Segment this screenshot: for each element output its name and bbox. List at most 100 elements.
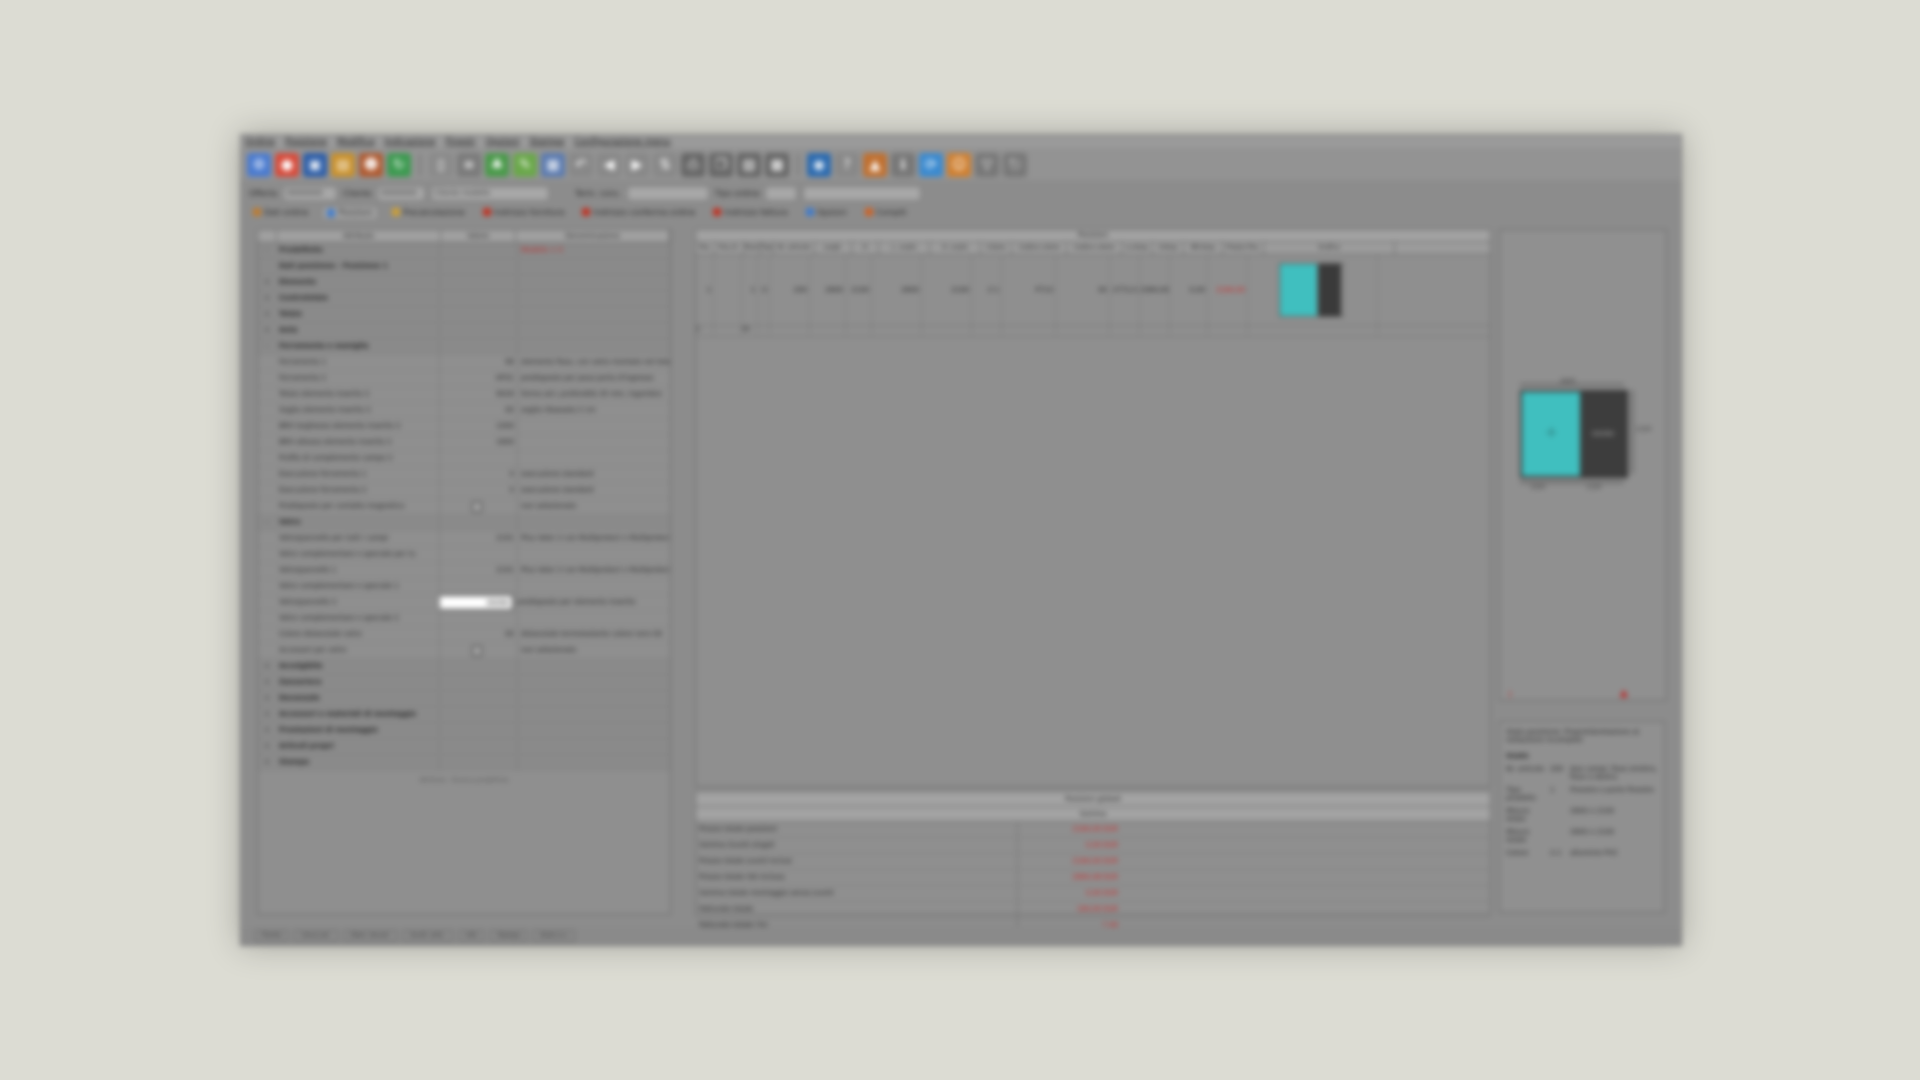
positions-column-header[interactable]: Grafica xyxy=(1264,242,1395,254)
attribute-row[interactable]: + Avvolgibile xyxy=(258,659,670,675)
value-cell[interactable] xyxy=(439,451,517,466)
tab-6[interactable]: Opzioni xyxy=(802,207,851,218)
expand-toggle[interactable] xyxy=(258,419,276,434)
attribute-row[interactable]: + Davanzale xyxy=(258,691,670,707)
attribute-row[interactable]: - Predefinito Modello = 0 xyxy=(258,243,670,259)
chart-icon[interactable]: ▲ xyxy=(863,153,887,177)
positions-column-header[interactable]: Lv.Arqu xyxy=(1122,242,1153,254)
denomination-column-header[interactable]: Denominazione xyxy=(516,230,670,242)
attribute-row[interactable]: Profilo di complemento campo 2 xyxy=(258,451,670,467)
value-cell[interactable] xyxy=(439,579,517,594)
status-item[interactable]: Stampa xyxy=(490,930,528,942)
value-cell[interactable]: HF01 xyxy=(439,371,517,386)
attribute-row[interactable]: Vetro complementare o speciale 1 xyxy=(258,579,670,595)
value-cell[interactable] xyxy=(439,291,517,306)
value-cell[interactable]: 0 xyxy=(439,467,517,482)
alert-icon[interactable]: ▲ xyxy=(1620,688,1628,699)
value-cell[interactable]: 0 xyxy=(439,483,517,498)
value-cell[interactable] xyxy=(439,723,517,738)
attribute-row[interactable]: Vetro/pannello 2 00090 predisposto per ele… xyxy=(258,595,670,611)
status-item[interactable]: Info xyxy=(458,930,485,942)
status-item[interactable]: Scroll. artic. xyxy=(403,930,453,942)
attribute-row[interactable]: Telaio elemento inserito 2 9029 forma ad L… xyxy=(258,387,670,403)
move-icon[interactable]: ⇅ xyxy=(653,153,677,177)
calc-icon[interactable]: ▩ xyxy=(765,153,789,177)
expand-toggle[interactable]: - xyxy=(258,339,276,354)
position-row[interactable]: 1 1 U 200 2600 2100 2600 2100 2-1 P713 00 2772,0 238… xyxy=(696,255,1490,326)
help-icon[interactable]: ? xyxy=(835,153,859,177)
tab-7[interactable]: Compiti xyxy=(861,207,911,218)
tab-2[interactable]: Precalcolazione xyxy=(388,207,469,218)
value-cell[interactable]: 9029 xyxy=(439,387,517,402)
positions-column-header[interactable]: H xyxy=(852,242,879,254)
window-drawing[interactable]: 00090 xyxy=(1520,390,1628,478)
expand-toggle[interactable]: + xyxy=(258,291,276,306)
status-item[interactable]: Pronto xyxy=(255,930,289,942)
attribute-row[interactable]: Esecuzione ferramenta 1 0 esecuzione stand… xyxy=(258,467,670,483)
value-cell[interactable]: 1600 xyxy=(439,435,517,450)
attribute-row[interactable]: Vetro/pannello 1 2101 Plus Valor 2 con Mul… xyxy=(258,563,670,579)
list-icon[interactable]: ≡ xyxy=(457,153,481,177)
attribute-row[interactable]: Soglia elemento inserito 2 00 soglia ribas… xyxy=(258,403,670,419)
attribute-row[interactable]: Vetro complementare o speciale per tu xyxy=(258,547,670,563)
attribute-row[interactable]: + Zanzariera xyxy=(258,675,670,691)
status-item[interactable]: Cerca art. xyxy=(294,930,338,942)
positions-column-header[interactable]: Largh. xyxy=(815,242,852,254)
value-cell[interactable] xyxy=(439,707,517,722)
value-checkbox[interactable] xyxy=(472,646,482,656)
expand-toggle[interactable] xyxy=(258,435,276,450)
value-cell[interactable]: 2101 xyxy=(439,563,517,578)
expand-toggle[interactable]: - xyxy=(258,243,276,258)
value-cell[interactable]: 00 xyxy=(439,627,517,642)
expand-toggle[interactable] xyxy=(258,451,276,466)
value-cell[interactable]: 2101 xyxy=(439,531,517,546)
value-edit-input[interactable]: 00090 xyxy=(439,595,513,610)
tab-4[interactable]: Indirizzo conferma ordine xyxy=(578,207,699,218)
attribute-row[interactable]: + Stampa xyxy=(258,755,670,771)
paste-icon[interactable]: ▧ xyxy=(737,153,761,177)
value-cell[interactable] xyxy=(439,611,517,626)
value-cell[interactable] xyxy=(439,691,517,706)
expand-toggle[interactable] xyxy=(258,403,276,418)
value-cell[interactable] xyxy=(439,259,517,274)
attribute-row[interactable]: Ferramenta 2 HF01 predisposto per posa por… xyxy=(258,371,670,387)
value-cell[interactable] xyxy=(439,675,517,690)
print-icon[interactable]: ⎙ xyxy=(681,153,705,177)
positions-column-header[interactable]: Pos.cli. xyxy=(715,242,744,254)
expand-toggle[interactable] xyxy=(258,259,276,274)
offerta-field[interactable]: 00000000 xyxy=(283,185,338,201)
positions-column-header[interactable]: Nr. articolo xyxy=(774,242,815,254)
tab-5[interactable]: Indirizzo fattura xyxy=(709,207,791,218)
expand-toggle[interactable]: + xyxy=(258,659,276,674)
save-icon[interactable]: ▣ xyxy=(303,153,327,177)
tipo-desc-field[interactable] xyxy=(803,185,922,201)
status-item[interactable]: Aiuto e s. xyxy=(533,930,576,942)
positions-column-header[interactable]: Prezzo Pos. xyxy=(1223,242,1264,254)
positions-column-header[interactable]: Tipo xyxy=(761,242,774,254)
expand-toggle[interactable] xyxy=(258,643,276,658)
positions-column-header[interactable]: Codice colore xyxy=(1012,242,1067,254)
attribute-row[interactable]: + Accessori e materiali di montaggio xyxy=(258,707,670,723)
tab-0[interactable]: Dati ordine xyxy=(249,207,312,218)
positions-column-header[interactable]: Codice colore xyxy=(1067,242,1122,254)
summary-title[interactable]: Somma xyxy=(696,807,1490,822)
positions-column-header[interactable]: V.Arqu xyxy=(1153,242,1184,254)
settings-icon[interactable]: ⚙ xyxy=(247,153,271,177)
attribute-row[interactable]: - Ferramenta e maniglia xyxy=(258,339,670,355)
expand-toggle[interactable]: + xyxy=(258,755,276,770)
expand-toggle[interactable] xyxy=(258,531,276,546)
expand-toggle[interactable]: + xyxy=(258,723,276,738)
tab-3[interactable]: Indirizzo fornitura xyxy=(479,207,569,218)
document-icon[interactable]: ▯ xyxy=(429,153,453,177)
menu-item[interactable]: Ordine xyxy=(245,135,275,149)
expand-toggle[interactable] xyxy=(258,387,276,402)
import-icon[interactable]: ▤ xyxy=(331,153,355,177)
globe-icon[interactable]: ◉ xyxy=(807,153,831,177)
value-cell[interactable] xyxy=(439,307,517,322)
value-cell[interactable] xyxy=(439,515,517,530)
menu-item[interactable]: Indicazione xyxy=(385,135,436,149)
expand-toggle[interactable]: + xyxy=(258,739,276,754)
expand-toggle[interactable] xyxy=(258,611,276,626)
positions-column-header[interactable]: Colore xyxy=(981,242,1012,254)
attribute-row[interactable]: - Vetro xyxy=(258,515,670,531)
